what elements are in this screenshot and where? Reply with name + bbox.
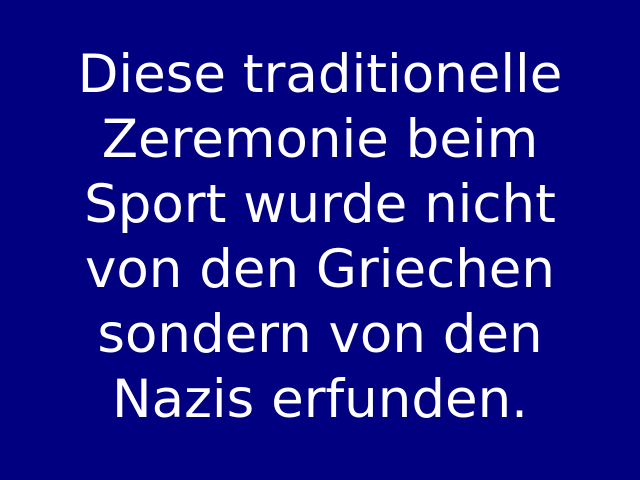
fact-text-line-6: Nazis erfunden. (111, 369, 529, 430)
fact-text-line-3: Sport wurde nicht (84, 174, 556, 235)
fact-text-line-4: von den Griechen (84, 239, 556, 300)
fact-text-line-5: sondern von den (97, 304, 543, 365)
fact-text-line-2: Zeremonie beim (101, 109, 539, 170)
fact-text: Diese traditionelle Zeremonie beim Sport… (0, 42, 640, 432)
fact-card: Diese traditionelle Zeremonie beim Sport… (0, 0, 640, 480)
fact-text-line-1: Diese traditionelle (77, 44, 563, 105)
